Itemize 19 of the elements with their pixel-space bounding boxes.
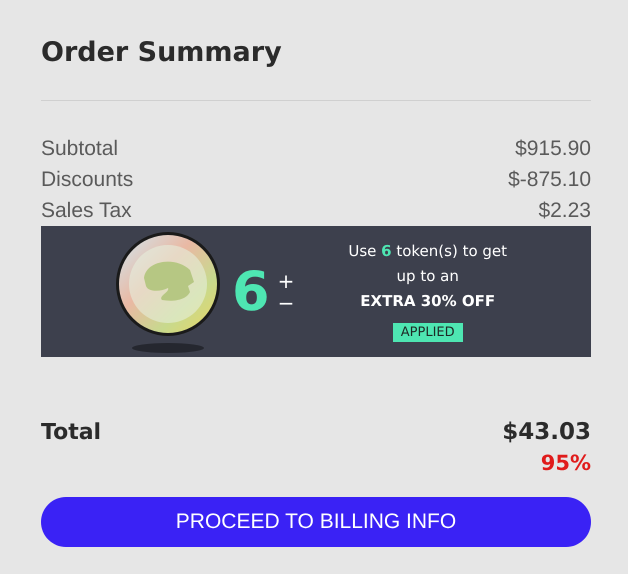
increase-button[interactable]: + [274, 270, 298, 292]
total-label: Total [41, 420, 102, 444]
proceed-button[interactable]: PROCEED TO BILLING INFO [41, 497, 591, 547]
line-amount: $-875.10 [508, 167, 591, 193]
offer-text: Use 6 token(s) to get [348, 242, 508, 260]
token-count: 6 [232, 260, 270, 323]
discount-percent: 95% [540, 451, 591, 475]
line-amount: $915.90 [515, 136, 591, 162]
coin-icon [116, 230, 220, 354]
line-amount: $2.23 [538, 198, 591, 224]
summary-title: Order Summary [41, 36, 283, 70]
offer-headline: EXTRA 30% OFF [360, 292, 496, 310]
line-label: Sales Tax [41, 198, 132, 224]
line-label: Subtotal [41, 136, 118, 162]
total-amount: $43.03 [502, 419, 591, 445]
applied-badge: APPLIED [392, 322, 463, 342]
decrease-button[interactable]: − [274, 292, 298, 314]
line-label: Discounts [41, 167, 134, 193]
offer-text: up to an [396, 266, 459, 284]
